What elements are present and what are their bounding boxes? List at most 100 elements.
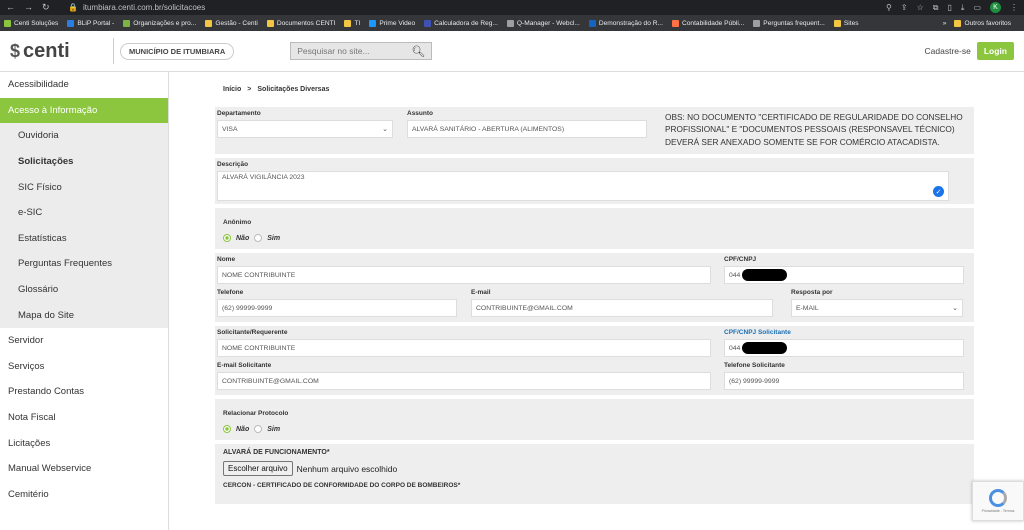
sidebar-item-servidor[interactable]: Servidor [0, 328, 168, 354]
bookmark-item[interactable]: Perguntas frequent... [753, 19, 825, 27]
contributor-panel: Nome NOME CONTRIBUINTE CPF/CNPJ 044 Tele… [215, 253, 974, 323]
email-solicitante-field[interactable]: CONTRIBUINTE@GMAIL.COM [217, 372, 711, 391]
sidebar-item-prestando-contas[interactable]: Prestando Contas [0, 379, 168, 405]
solicitante-field[interactable]: NOME CONTRIBUINTE [217, 339, 711, 358]
cpf-label: CPF/CNPJ [724, 256, 757, 264]
anonimo-nao-label: Não [236, 234, 250, 242]
breadcrumb-home[interactable]: Início [223, 86, 241, 93]
assunto-field[interactable]: ALVARÁ SANITÁRIO - ABERTURA (ALIMENTOS) [407, 120, 647, 138]
sidebar-item-ouvidoria[interactable]: Ouvidoria [0, 123, 168, 149]
bookmarks-bar: Centi Soluções BLiP Portal - Organizaçõe… [0, 15, 1024, 31]
sidebar-item-acessibilidade[interactable]: Acessibilidade [0, 72, 168, 98]
telefone-solicitante-field[interactable]: (62) 99999-9999 [724, 372, 964, 391]
cpf-solicitante-label: CPF/CNPJ Solicitante [724, 329, 791, 337]
breadcrumb-current: Solicitações Diversas [257, 86, 330, 93]
bookmark-item[interactable]: Q-Manager - Webcl... [506, 19, 580, 27]
site-search-input[interactable]: Pesquisar no site... 🔍︎ [290, 42, 433, 60]
menu-icon[interactable]: ⋮ [1010, 3, 1018, 12]
sidebar-item-sic-fisico[interactable]: SIC Físico [0, 174, 168, 200]
relacionar-nao-radio[interactable] [223, 425, 231, 434]
bookmark-item[interactable]: Centi Soluções [4, 19, 58, 27]
descricao-textarea[interactable]: ALVARÁ VIGILÂNCIA 2023 ✓ [217, 171, 949, 202]
bookmark-item[interactable]: Sites [833, 19, 859, 27]
reload-icon[interactable]: ↻ [42, 2, 50, 13]
subject-panel: Departamento VISA ⌄ Assunto ALVARÁ SANIT… [215, 107, 974, 155]
sidebar-item-estatisticas[interactable]: Estatísticas [0, 225, 168, 252]
site-header: $ centi MUNICÍPIO DE ITUMBIARA Pesquisar… [0, 31, 1024, 72]
sidebar-icon[interactable]: ▯ [947, 3, 951, 12]
anonimo-sim-radio[interactable] [254, 234, 263, 243]
forward-icon[interactable]: → [24, 2, 33, 13]
redaction-mark [742, 342, 788, 355]
bookmark-item[interactable]: Demonstração do R... [588, 19, 663, 27]
star-icon[interactable]: ☆ [917, 3, 924, 12]
redaction-mark [742, 269, 788, 282]
search-icon[interactable]: ⚲ [886, 3, 892, 12]
anonimo-nao-radio[interactable] [223, 234, 231, 243]
nome-field[interactable]: NOME CONTRIBUINTE [217, 266, 711, 285]
sidebar-item-solicitacoes[interactable]: Solicitações [0, 148, 168, 175]
url-text: itumbiara.centi.com.br/solicitacoes [82, 3, 206, 12]
recaptcha-icon [989, 489, 1007, 507]
sidebar-item-glossario[interactable]: Glossário [0, 276, 168, 303]
address-bar[interactable]: 🔒 itumbiara.centi.com.br/solicitacoes [68, 3, 886, 12]
share-icon[interactable]: ⇪ [901, 3, 908, 12]
recaptcha-badge[interactable]: Privacidade - Termos [972, 481, 1024, 521]
chevron-down-icon: ⌄ [382, 126, 388, 133]
assunto-label: Assunto [407, 110, 433, 117]
bookmark-item[interactable]: Prime Video [369, 19, 415, 27]
profile-avatar[interactable]: K [990, 2, 1001, 13]
descricao-label: Descrição [217, 161, 249, 169]
bookmark-item[interactable]: Contabilidade Públi... [671, 19, 744, 27]
anonymous-panel: Anônimo Não Sim [215, 208, 974, 250]
bookmark-item[interactable]: Documentos CENTI [266, 19, 335, 27]
email-field[interactable]: CONTRIBUINTE@GMAIL.COM [471, 299, 773, 318]
departamento-select[interactable]: VISA ⌄ [217, 120, 393, 138]
cpf-solicitante-field[interactable]: 044 [724, 339, 964, 358]
bookmark-item[interactable]: Gestão - Centi [205, 19, 258, 27]
bookmark-item[interactable]: Organizações e pro... [123, 19, 196, 27]
centi-logo-icon: $ [10, 40, 21, 61]
sidebar-item-manual-webservice[interactable]: Manual Webservice [0, 456, 168, 482]
relacionar-sim-radio[interactable] [254, 425, 263, 434]
sidebar-item-mapa[interactable]: Mapa do Site [0, 302, 168, 328]
telefone-field[interactable]: (62) 99999-9999 [217, 299, 457, 318]
search-icon[interactable]: 🔍︎ [411, 45, 425, 58]
login-button[interactable]: Login [976, 42, 1014, 60]
extensions-icon[interactable]: ⧉ [933, 3, 939, 13]
centi-logo[interactable]: $ centi [10, 40, 113, 63]
relacionar-sim-label: Sim [267, 425, 281, 433]
other-favorites[interactable]: Outros favoritos [954, 19, 1011, 27]
telefone-solicitante-label: Telefone Solicitante [724, 362, 785, 370]
back-icon[interactable]: ← [6, 2, 15, 13]
more-bookmarks-button[interactable]: » [943, 20, 947, 27]
browser-toolbar: ← → ↻ 🔒 itumbiara.centi.com.br/solicitac… [0, 0, 1024, 15]
departamento-label: Departamento [217, 110, 261, 117]
upload-panel: ALVARÁ DE FUNCIONAMENTO* Escolher arquiv… [215, 444, 974, 505]
sidebar-item-perguntas[interactable]: Perguntas Frequentes [0, 251, 168, 277]
sidebar-item-esic[interactable]: e-SIC [0, 199, 168, 226]
sidebar-item-nota-fiscal[interactable]: Nota Fiscal [0, 405, 168, 431]
cpf-field[interactable]: 044 [724, 266, 964, 285]
email-label: E-mail [471, 289, 491, 297]
register-link[interactable]: Cadastre-se [925, 46, 971, 56]
sidebar-item-cemiterio[interactable]: Cemitério [0, 482, 168, 508]
anonimo-sim-label: Sim [267, 234, 281, 242]
sidebar-item-acesso-informacao[interactable]: Acesso à Informação [0, 97, 168, 124]
resposta-select[interactable]: E-MAIL ⌄ [791, 299, 963, 318]
bookmark-item[interactable]: BLiP Portal - [67, 19, 114, 27]
nome-label: Nome [217, 256, 236, 264]
bookmark-item[interactable]: TI [344, 19, 360, 27]
check-icon: ✓ [933, 186, 944, 198]
breadcrumb: Início > Solicitações Diversas [223, 86, 974, 93]
lock-icon: 🔒 [68, 3, 78, 12]
bookmark-item[interactable]: Calculadora de Reg... [424, 19, 498, 27]
obs-note: OBS: NO DOCUMENTO "CERTIFICADO DE REGULA… [665, 112, 963, 147]
sidebar: Acessibilidade Acesso à Informação Ouvid… [0, 72, 169, 530]
tabs-icon[interactable]: ▭ [973, 3, 981, 12]
requester-panel: Solicitante/Requerente NOME CONTRIBUINTE… [215, 326, 974, 396]
download-icon[interactable]: ⤓ [961, 3, 965, 13]
sidebar-item-servicos[interactable]: Serviços [0, 354, 168, 380]
choose-file-button[interactable]: Escolher arquivo [223, 461, 293, 477]
sidebar-item-licitacoes[interactable]: Licitações [0, 430, 168, 456]
